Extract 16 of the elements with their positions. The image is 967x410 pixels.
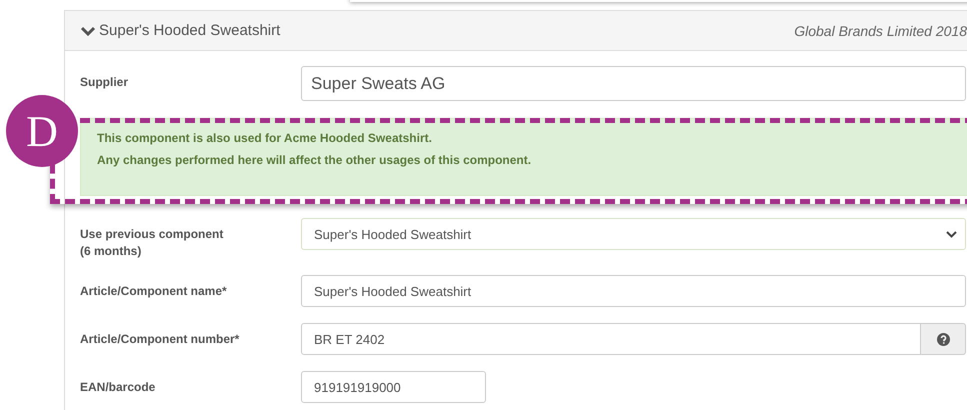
field-label: Supplier — [80, 74, 130, 91]
field-label: EAN/barcode — [80, 379, 156, 396]
field-label: Article/Component name* — [80, 283, 228, 300]
supplier-field[interactable]: Super Sweats AG — [301, 66, 966, 101]
field-label: Article/Component number* — [80, 331, 240, 348]
annotation-badge: D — [6, 95, 78, 167]
alert-text: Any changes performed here will affect the other usages of this component. — [97, 153, 532, 167]
alert-text: This component is also used for Acme Hooded Sweatshirt. — [97, 131, 433, 145]
panel-header[interactable]: Super's Hooded Sweatshirt Global Brands Limited 2018 — [65, 11, 967, 51]
input-field[interactable]: BR ET 2402 — [301, 323, 921, 355]
input-field[interactable]: Super's Hooded Sweatshirt — [301, 275, 966, 307]
panel-title: Super's Hooded Sweatshirt — [99, 22, 282, 39]
field-label: Use previous component (6 months) — [80, 226, 224, 260]
owner-text: Global Brands Limited 2018 — [794, 22, 967, 38]
input-field[interactable]: 919191919000 — [301, 371, 486, 403]
component-select[interactable]: Super's Hooded Sweatshirt — [301, 218, 966, 250]
